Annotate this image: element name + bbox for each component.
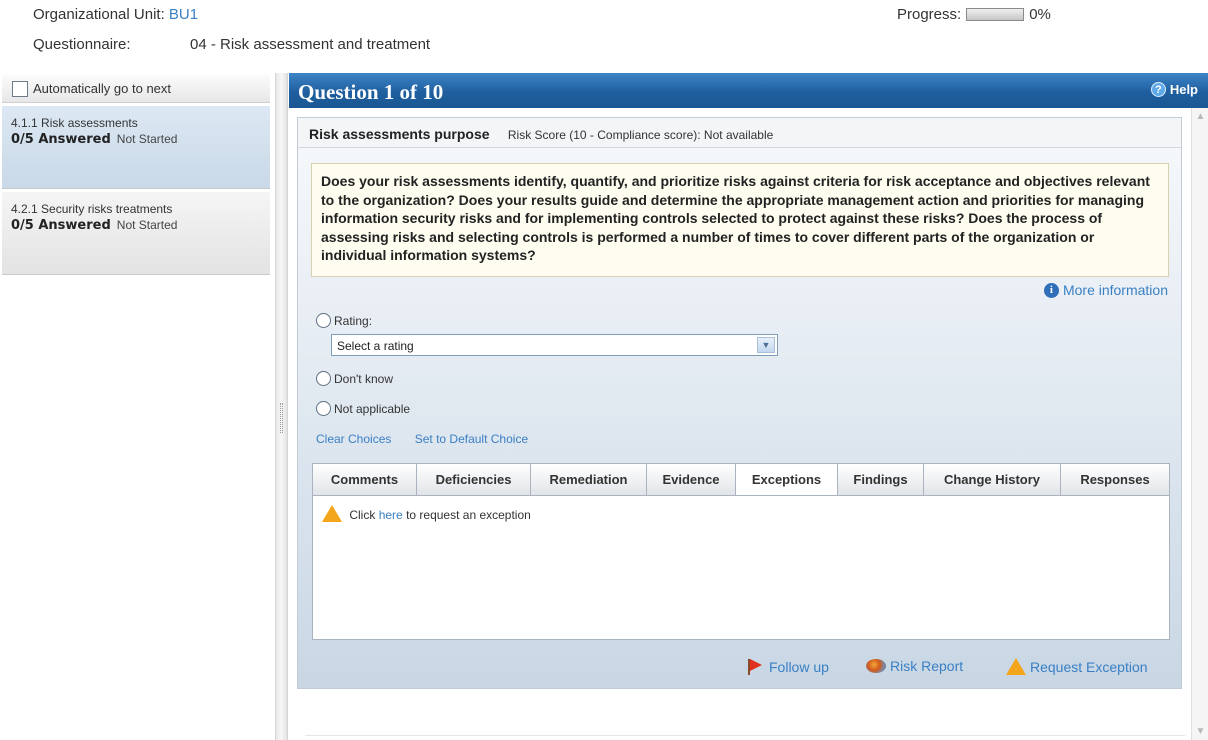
tab-deficiencies[interactable]: Deficiencies <box>416 463 530 496</box>
section-list-pane: Automatically go to next 4.1.1 Risk asse… <box>0 73 272 740</box>
clear-choices-link[interactable]: Clear Choices <box>316 432 391 446</box>
tab-findings[interactable]: Findings <box>837 463 923 496</box>
flag-icon <box>746 658 764 675</box>
follow-up-button[interactable]: Follow up <box>746 658 829 675</box>
scroll-up-icon[interactable]: ▲ <box>1195 111 1206 122</box>
rating-select[interactable]: Select a rating ▼ <box>331 334 778 356</box>
section-item-risk-assessments[interactable]: 4.1.1 Risk assessments 0/5 Answered Not S… <box>2 106 270 189</box>
request-exception-here-link[interactable]: here <box>379 508 403 522</box>
follow-up-label: Follow up <box>769 658 829 675</box>
section-answered-count: 0/5 Answered <box>11 132 111 147</box>
tab-change-history[interactable]: Change History <box>923 463 1060 496</box>
exceptions-tab-content: Click here to request an exception <box>312 495 1170 640</box>
tab-responses[interactable]: Responses <box>1060 463 1170 496</box>
org-unit-link[interactable]: BU1 <box>169 6 198 23</box>
request-exception-label: Request Exception <box>1030 658 1148 675</box>
progress-label: Progress: <box>897 6 962 23</box>
question-text: Does your risk assessments identify, qua… <box>311 163 1169 277</box>
help-label: Help <box>1169 82 1198 97</box>
not-applicable-option[interactable]: Not applicable <box>316 401 410 416</box>
scroll-down-icon[interactable]: ▼ <box>1195 726 1206 737</box>
section-title: 4.1.1 Risk assessments <box>11 116 138 130</box>
question-actions: Follow up Risk Report Request Exception <box>298 658 1181 678</box>
not-applicable-radio[interactable] <box>316 401 331 416</box>
question-number-title: Question 1 of 10 <box>298 80 444 104</box>
rating-select-value: Select a rating <box>337 339 414 353</box>
tab-comments[interactable]: Comments <box>312 463 416 496</box>
risk-report-button[interactable]: Risk Report <box>866 658 963 674</box>
tab-exceptions[interactable]: Exceptions <box>735 463 837 496</box>
section-title: 4.2.1 Security risks treatments <box>11 202 173 216</box>
section-item-security-risks-treatments[interactable]: 4.2.1 Security risks treatments 0/5 Answ… <box>2 192 270 275</box>
section-status: Not Started <box>116 218 178 232</box>
progress-bar <box>966 8 1025 21</box>
risk-report-icon <box>866 659 886 673</box>
auto-next-checkbox[interactable] <box>12 80 28 97</box>
question-panel: Risk assessments purpose Risk Score (10 … <box>297 117 1182 689</box>
splitter-grip-icon[interactable] <box>280 403 283 433</box>
request-exception-button[interactable]: Request Exception <box>1006 658 1148 675</box>
questionnaire-label: Questionnaire: <box>33 36 131 53</box>
question-title-row: Risk assessments purpose Risk Score (10 … <box>298 118 1181 148</box>
auto-next-label: Automatically go to next <box>33 81 172 96</box>
set-default-choice-link[interactable]: Set to Default Choice <box>415 432 528 446</box>
warning-icon <box>322 505 342 522</box>
progress-indicator: Progress: 0% <box>897 6 1051 23</box>
question-header: Question 1 of 10 ? Help <box>289 73 1208 108</box>
section-status: Not Started <box>116 132 178 146</box>
exception-prefix: Click <box>349 508 376 522</box>
not-applicable-label: Not applicable <box>334 401 411 416</box>
dont-know-radio[interactable] <box>316 371 331 386</box>
warning-icon <box>1006 658 1026 675</box>
exception-suffix: to request an exception <box>406 508 531 522</box>
vertical-scrollbar[interactable]: ▲ ▼ <box>1191 108 1208 740</box>
info-icon: i <box>1043 282 1059 298</box>
choice-links: Clear Choices Set to Default Choice <box>316 432 548 446</box>
auto-next-option[interactable]: Automatically go to next <box>2 75 270 103</box>
section-answered-count: 0/5 Answered <box>11 218 111 233</box>
risk-score: Risk Score (10 - Compliance score): Not … <box>507 128 774 142</box>
progress-value: 0% <box>1029 6 1051 23</box>
help-button[interactable]: ? Help <box>1150 82 1198 97</box>
detail-tabs: Comments Deficiencies Remediation Eviden… <box>312 463 1170 496</box>
org-unit-label: Organizational Unit: <box>33 6 165 23</box>
tab-evidence[interactable]: Evidence <box>646 463 735 496</box>
org-unit-line: Organizational Unit: BU1 <box>33 6 198 23</box>
rating-option[interactable]: Rating: <box>316 313 372 328</box>
rating-radio[interactable] <box>316 313 331 328</box>
pane-splitter[interactable] <box>275 73 288 740</box>
dont-know-label: Don't know <box>334 371 393 386</box>
dont-know-option[interactable]: Don't know <box>316 371 393 386</box>
chevron-down-icon[interactable]: ▼ <box>757 337 775 353</box>
questionnaire-value: 04 - Risk assessment and treatment <box>190 36 431 53</box>
question-scroll-area: Risk assessments purpose Risk Score (10 … <box>289 108 1208 740</box>
more-information-link[interactable]: i More information <box>1043 282 1168 298</box>
questionnaire-line: Questionnaire: 04 - Risk assessment and t… <box>33 36 430 53</box>
rating-label: Rating: <box>334 313 373 328</box>
risk-report-label: Risk Report <box>890 658 964 674</box>
divider <box>305 735 1185 736</box>
tab-remediation[interactable]: Remediation <box>530 463 646 496</box>
page-header: Organizational Unit: BU1 Questionnaire: 0… <box>0 0 1208 68</box>
more-information-label: More information <box>1062 282 1168 298</box>
help-icon: ? <box>1150 82 1166 97</box>
question-name: Risk assessments purpose <box>309 126 490 142</box>
